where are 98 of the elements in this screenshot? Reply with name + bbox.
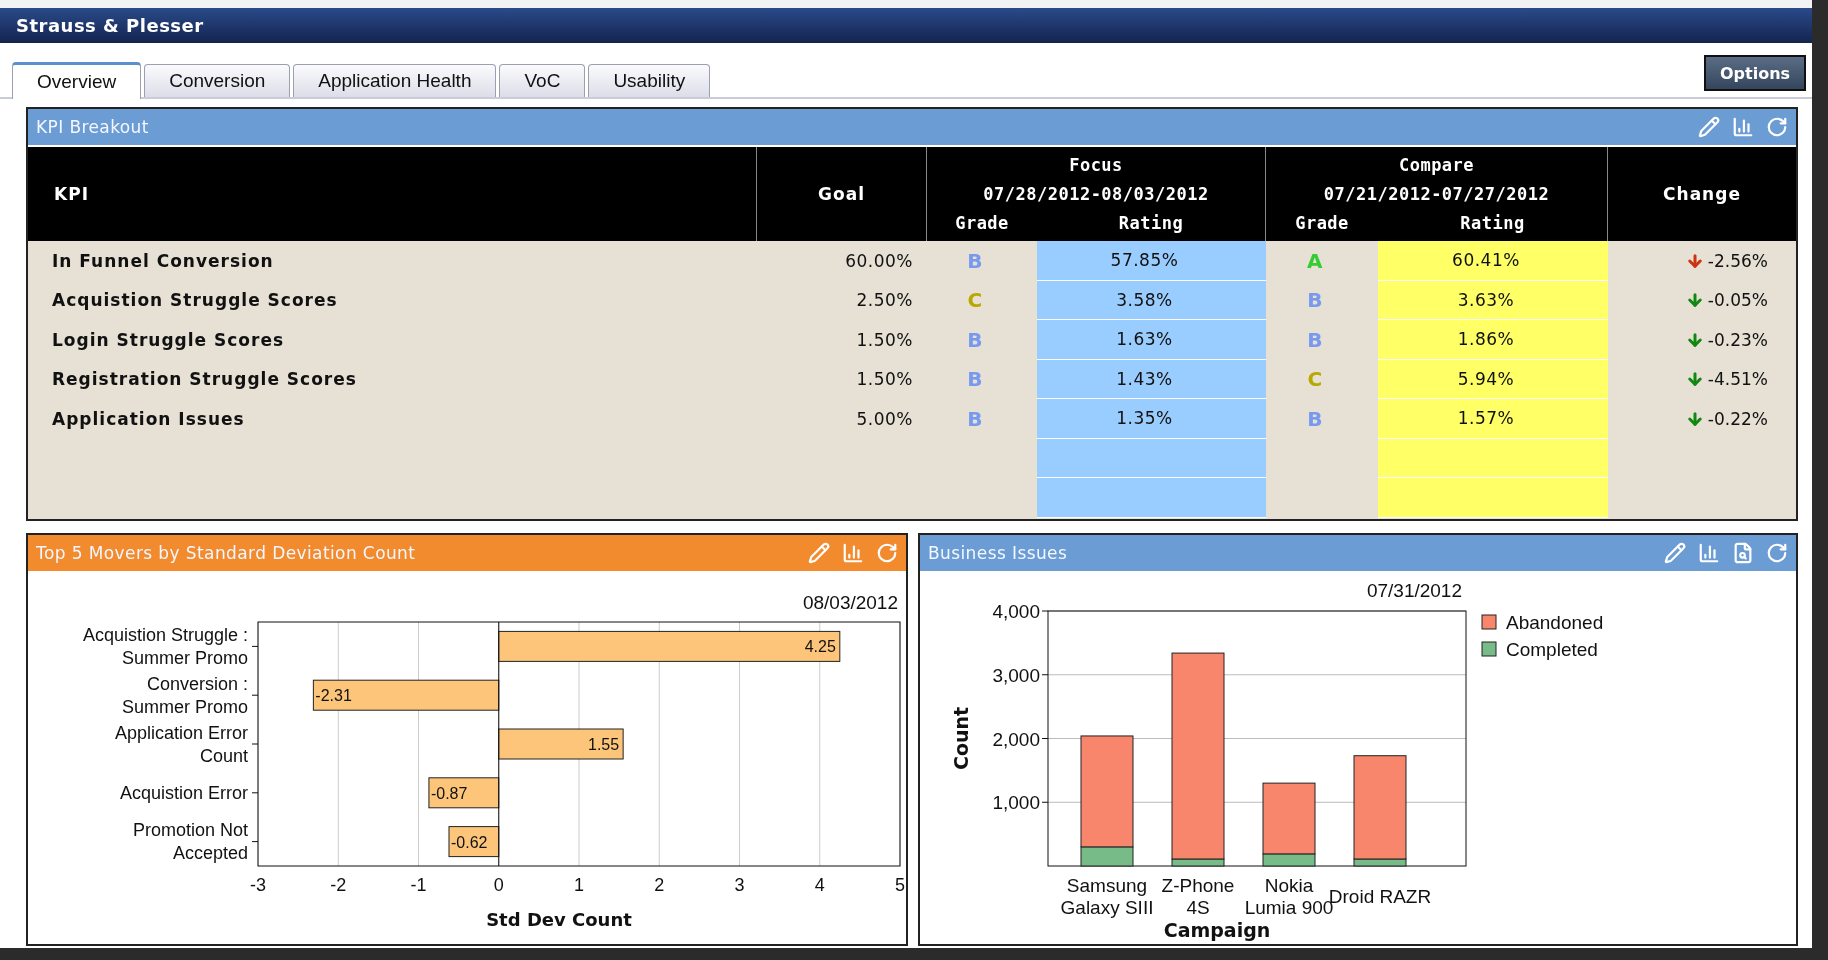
axis-title: Std Dev Count <box>486 909 632 930</box>
kpi-name: Acquistion Struggle Scores <box>51 289 339 313</box>
tab[interactable]: Conversion <box>144 64 291 97</box>
grade-letter: B <box>1307 288 1323 313</box>
kpi-name: Login Struggle Scores <box>51 328 286 352</box>
grade-letter: B <box>1307 406 1323 431</box>
axis-label: Application Error Count <box>114 722 248 766</box>
axis-tick-label: 2 <box>654 875 665 895</box>
rating-cell: 3.58% <box>1037 280 1266 320</box>
pencil-icon[interactable] <box>808 542 830 564</box>
kpi-name: Application Issues <box>51 407 246 431</box>
pencil-icon[interactable] <box>1698 116 1720 138</box>
rating-cell: 1.63% <box>1037 320 1266 360</box>
column-header: Compare <box>1397 155 1476 176</box>
grade-letter: B <box>1307 327 1323 352</box>
bar <box>428 777 500 809</box>
rating-cell: 3.63% <box>1378 280 1608 320</box>
goal-cell-text: 1.50% <box>855 328 914 352</box>
axis-tick-label: -1 <box>410 875 427 895</box>
rating-cell: 5.94% <box>1378 359 1608 399</box>
refresh-icon[interactable] <box>1766 542 1788 564</box>
grade-letter: B <box>967 327 983 352</box>
legend-label: Abandoned <box>1506 612 1604 633</box>
chart-icon[interactable] <box>1732 116 1754 138</box>
axis-tick-label: 1 <box>574 875 584 895</box>
axis-title: Count <box>950 706 972 771</box>
grade-letter: C <box>1307 367 1323 392</box>
rating-cell: 57.85% <box>1037 241 1266 281</box>
app-title: Strauss & Plesser <box>16 15 204 36</box>
value-label: 4.25 <box>804 638 836 656</box>
panel-title: Business Issues <box>928 543 1069 563</box>
tab[interactable]: Usability <box>588 64 711 97</box>
value-label: -2.31 <box>315 687 352 705</box>
axis-label: Conversion : Summer Promo <box>121 673 248 717</box>
options-button[interactable]: Options <box>1704 55 1806 91</box>
rating-cell: 1.35% <box>1037 399 1266 439</box>
refresh-icon[interactable] <box>876 542 898 564</box>
date-range: 07/21/2012-07/27/2012 <box>1322 184 1551 204</box>
panel-title: KPI Breakout <box>36 117 150 137</box>
chart-date: 07/31/2012 <box>1366 580 1462 601</box>
kpi-name: Registration Struggle Scores <box>51 368 358 392</box>
grade-letter: A <box>1307 248 1323 273</box>
axis-tick-label: 5 <box>895 875 905 895</box>
rating-cell: 60.41% <box>1378 241 1608 281</box>
value-label: -0.87 <box>430 784 468 802</box>
grade-letter: B <box>967 367 983 392</box>
axis-tick-label: 3,000 <box>992 664 1040 686</box>
axis-tick-label: 4 <box>814 875 825 895</box>
axis-tick-label: 4,000 <box>992 601 1040 622</box>
grade-letter: B <box>967 248 983 273</box>
refresh-icon[interactable] <box>1766 116 1788 138</box>
axis-tick-label: 1,000 <box>992 792 1040 814</box>
change-value: -4.51% <box>1707 369 1768 390</box>
date-range: 07/28/2012-08/03/2012 <box>982 184 1210 204</box>
grade-letter: B <box>967 406 983 431</box>
value-label: -0.62 <box>451 833 488 851</box>
kpi-name: In Funnel Conversion <box>51 249 275 273</box>
column-header: Grade <box>954 212 1010 233</box>
rating-cell: 1.57% <box>1378 399 1608 439</box>
column-header: Rating <box>1117 212 1185 233</box>
axis-label: Z-Phone 4S <box>1161 875 1235 918</box>
chart-icon[interactable] <box>1698 542 1720 564</box>
bar <box>448 826 500 858</box>
axis-title: Campaign <box>1163 919 1271 941</box>
axis-label: Acquistion Error <box>119 782 248 803</box>
axis-tick-label: -2 <box>330 875 347 895</box>
axis-tick-label: -3 <box>250 875 266 895</box>
rating-cell: 1.43% <box>1037 359 1266 399</box>
change-value: -0.23% <box>1707 329 1768 350</box>
goal-cell-text: 1.50% <box>855 368 914 392</box>
tab[interactable]: Application Health <box>293 64 497 97</box>
search-icon[interactable] <box>1732 542 1754 564</box>
rating-cell: 1.86% <box>1378 320 1608 360</box>
axis-label: Samsung Galaxy SIII <box>1060 875 1154 918</box>
value-label: 1.55 <box>588 736 620 753</box>
grade-letter: C <box>967 288 983 313</box>
column-header: Rating <box>1459 212 1526 233</box>
goal-cell-text: 60.00% <box>844 249 914 273</box>
axis-tick-label: 3 <box>734 875 745 895</box>
axis-label: Promotion Not Accepted <box>132 820 248 864</box>
axis-tick-label: 0 <box>493 875 504 895</box>
goal-cell-text: 2.50% <box>855 289 914 313</box>
column-header: Focus <box>1068 155 1124 176</box>
pencil-icon[interactable] <box>1664 542 1686 564</box>
tab[interactable]: VoC <box>499 64 586 97</box>
tab[interactable]: Overview <box>12 62 142 99</box>
change-value: -0.05% <box>1707 290 1768 311</box>
panel-title: Top 5 Movers by Standard Deviation Count <box>36 543 417 563</box>
legend-label: Completed <box>1506 639 1598 660</box>
goal-cell-text: 5.00% <box>855 407 914 431</box>
column-header: Change <box>1662 183 1742 206</box>
change-value: -2.56% <box>1707 250 1768 271</box>
axis-tick-label: 2,000 <box>992 728 1040 750</box>
chart-date: 08/03/2012 <box>802 592 898 613</box>
chart-icon[interactable] <box>842 542 864 564</box>
change-value: -0.22% <box>1707 408 1768 429</box>
axis-label: Acquistion Struggle : Summer Promo <box>82 624 248 668</box>
column-header: Grade <box>1294 212 1350 233</box>
